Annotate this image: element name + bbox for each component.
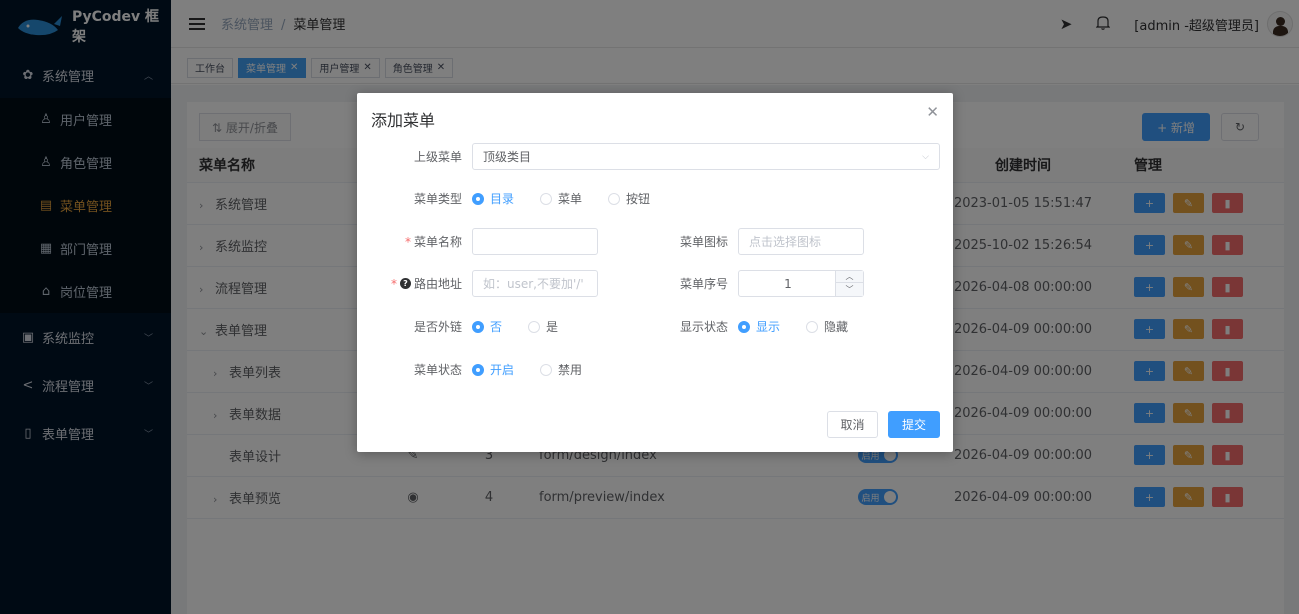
external-link-radio-group: 否是 [472, 318, 668, 335]
radio-dot[interactable] [540, 192, 553, 205]
radio-label: 目录 [490, 192, 515, 206]
radio-label: 开启 [490, 363, 515, 377]
radio-dot[interactable] [608, 192, 621, 205]
visible-status-radio-0[interactable]: 显示 [738, 318, 780, 335]
radio-dot[interactable] [472, 363, 484, 376]
close-icon[interactable]: ✕ [926, 103, 939, 121]
menu-icon-label: 菜单图标 [679, 235, 728, 249]
chevron-down-icon: ⌵ [922, 152, 929, 162]
menu-name-label: * 菜单名称 [404, 235, 462, 249]
radio-dot[interactable] [806, 320, 819, 333]
menu-type-label: 菜单类型 [413, 192, 462, 206]
parent-menu-label: 上级菜单 [413, 150, 462, 164]
radio-dot[interactable] [472, 192, 484, 205]
radio-label: 否 [490, 320, 503, 334]
submit-button[interactable]: 提交 [888, 411, 940, 438]
radio-label: 菜单 [558, 192, 583, 206]
parent-menu-select[interactable]: 顶级类目 ⌵ [472, 143, 940, 170]
menu-status-radio-group: 开启 禁用 [472, 361, 608, 378]
increment-icon[interactable]: ︿ [836, 271, 863, 283]
radio-label: 禁用 [558, 363, 583, 377]
external-link-radio-0[interactable]: 否 [472, 318, 502, 335]
menu-order-label: 菜单序号 [679, 277, 728, 291]
cancel-button[interactable]: 取消 [827, 411, 878, 438]
radio-label: 显示 [756, 320, 781, 334]
visible-status-radio-1[interactable]: 隐藏 [806, 318, 848, 335]
add-menu-dialog: 添加菜单 ✕ 上级菜单 顶级类目 ⌵ 菜单类型 目录 菜单 按钮 * 菜单名称 菜单图… [357, 93, 953, 452]
menu-type-radio-0[interactable]: 目录 [472, 190, 514, 207]
menu-status-label: 菜单状态 [413, 363, 462, 377]
menu-type-radio-2[interactable]: 按钮 [608, 190, 650, 207]
menu-order-value[interactable]: 1 [739, 271, 837, 296]
menu-status-radio-1[interactable]: 禁用 [540, 361, 582, 378]
route-label: *? 路由地址 [390, 276, 462, 292]
visible-status-radio-group: 显示 隐藏 [738, 318, 874, 335]
route-input[interactable]: 如：user,不要加'/' [472, 270, 598, 297]
visible-status-label: 显示状态 [679, 320, 728, 334]
radio-dot[interactable] [738, 320, 750, 333]
question-icon[interactable]: ? [399, 278, 411, 289]
menu-order-stepper[interactable]: 1 ︿ ﹀ [738, 270, 864, 297]
menu-status-radio-0[interactable]: 开启 [472, 361, 514, 378]
radio-dot[interactable] [528, 320, 541, 333]
radio-label: 隐藏 [824, 320, 849, 334]
radio-label: 是 [546, 320, 559, 334]
radio-label: 按钮 [626, 192, 651, 206]
external-link-radio-1[interactable]: 是 [528, 318, 558, 335]
dialog-title: 添加菜单 [371, 111, 436, 130]
decrement-icon[interactable]: ﹀ [836, 283, 863, 295]
menu-icon-input[interactable]: 点击选择图标 [738, 228, 864, 255]
radio-dot[interactable] [540, 363, 553, 376]
external-link-label: 是否外链 [413, 320, 462, 334]
menu-type-radio-1[interactable]: 菜单 [540, 190, 582, 207]
menu-name-input[interactable] [472, 228, 598, 255]
radio-dot[interactable] [472, 320, 484, 333]
menu-type-radio-group: 目录 菜单 按钮 [472, 190, 676, 207]
